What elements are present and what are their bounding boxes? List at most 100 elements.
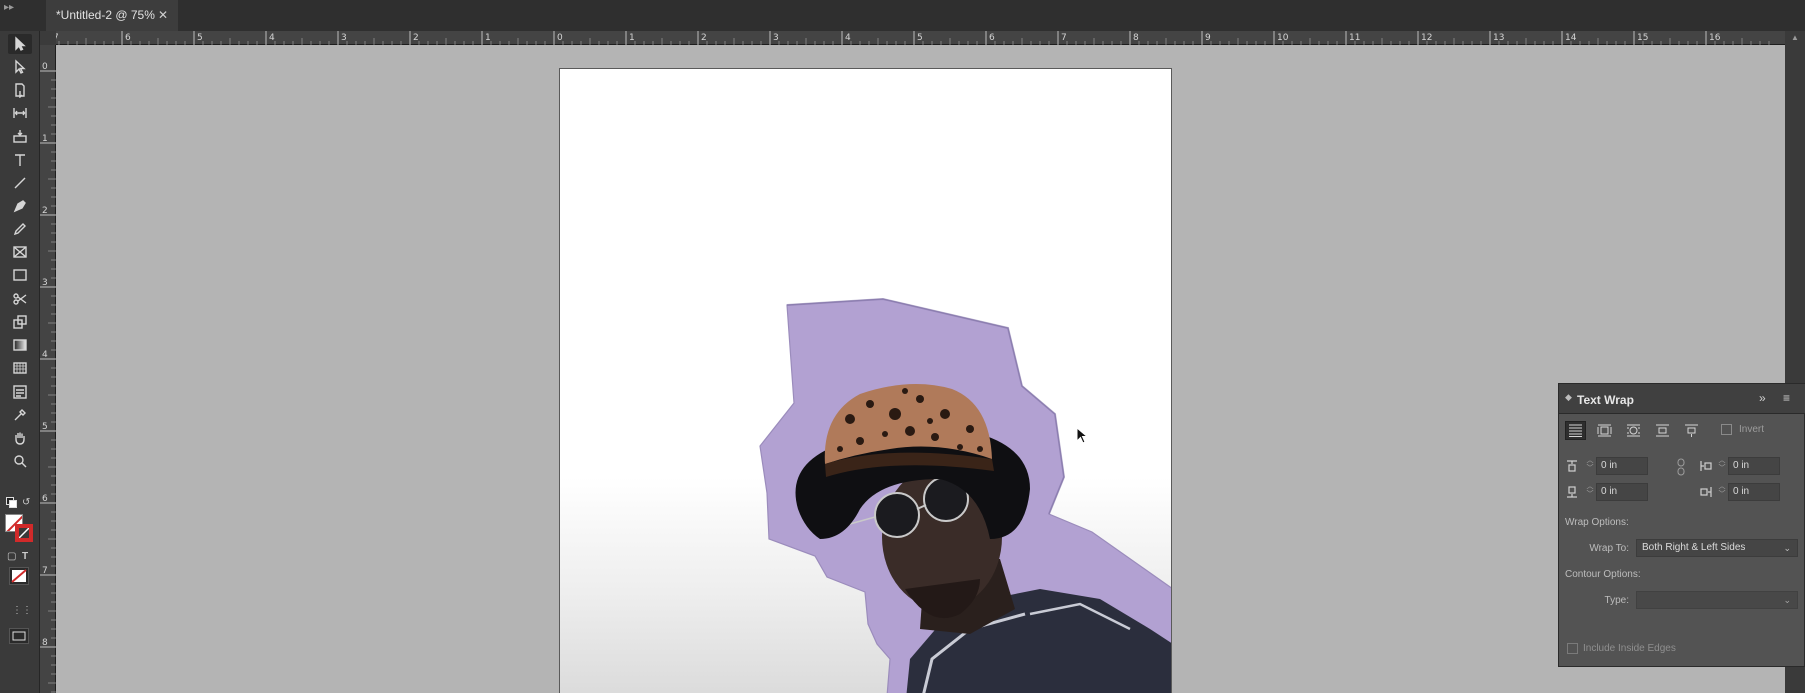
pen-tool-icon[interactable] (8, 196, 32, 216)
fill-stroke-swatches[interactable] (5, 514, 35, 544)
ruler-label: 5 (917, 33, 923, 43)
page-tool-icon[interactable] (8, 80, 32, 100)
gap-tool-icon[interactable] (8, 103, 32, 123)
direct-selection-tool-icon[interactable] (8, 57, 32, 77)
wrap-to-label: Wrap To: (1589, 543, 1629, 554)
selection-tool-icon[interactable] (8, 34, 32, 54)
gradient-swatch-tool-icon[interactable] (8, 335, 32, 355)
type-tool-icon[interactable] (8, 150, 32, 170)
chevron-down-icon: ⌄ (1783, 543, 1791, 553)
jump-next-column-icon (1685, 424, 1698, 437)
swap-colors-icon[interactable]: ↺ (22, 497, 30, 508)
ruler-label: 7 (1061, 33, 1067, 43)
wrap-object-shape-icon (1627, 424, 1640, 437)
no-text-wrap-button[interactable] (1565, 421, 1586, 440)
scissors-tool-icon[interactable] (8, 289, 32, 309)
bottom-offset-field[interactable]: 0 in (1596, 483, 1648, 501)
eyedropper-tool-icon[interactable] (8, 405, 32, 425)
wrap-to-value: Both Right & Left Sides (1642, 542, 1746, 553)
ruler-label: 2 (413, 33, 419, 43)
panel-grip-icon[interactable]: ▸▸ (4, 3, 14, 13)
line-tool-icon[interactable] (8, 173, 32, 193)
content-collector-icon[interactable] (8, 126, 32, 146)
ruler-label: 9 (1205, 33, 1211, 43)
left-offset-field[interactable]: 0 in (1728, 457, 1780, 475)
ruler-label: 3 (42, 278, 48, 288)
free-transform-tool-icon[interactable] (8, 312, 32, 332)
hand-tool-icon[interactable] (8, 428, 32, 448)
ruler-label: 11 (1349, 33, 1360, 43)
horizontal-ruler[interactable]: 7654321012345678910111213141516 (40, 31, 1805, 45)
ruler-label: 0 (42, 62, 48, 72)
invert-checkbox[interactable] (1721, 424, 1732, 435)
ruler-label: 7 (42, 566, 48, 576)
screen-mode-icon[interactable] (9, 628, 29, 644)
wrap-bounding-box-icon (1597, 424, 1612, 437)
panel-expand-icon[interactable]: ◆ (1565, 392, 1572, 403)
bottom-offset-icon (1565, 485, 1579, 499)
text-wrap-panel-header[interactable]: ◆ Text Wrap » ≡ (1559, 384, 1805, 414)
left-offset-icon (1699, 459, 1713, 473)
bottom-offset-stepper[interactable]: ︿ ﹀ (1584, 483, 1596, 501)
no-text-wrap-icon (1569, 424, 1582, 437)
document-page[interactable] (559, 68, 1172, 693)
include-inside-edges-checkbox[interactable] (1567, 643, 1578, 654)
ruler-label: 15 (1637, 33, 1648, 43)
indesign-window: ▸▸ *Untitled-2 @ 75% ✕ ↺ ▢ T ⋮⋮ 6 5 4 3 … (0, 0, 1805, 693)
rectangle-frame-tool-icon[interactable] (8, 242, 32, 262)
jump-object-icon (1656, 424, 1669, 437)
right-offset-field[interactable]: 0 in (1728, 483, 1780, 501)
mouse-cursor-icon (1076, 427, 1089, 444)
jump-object-button[interactable] (1652, 421, 1673, 440)
right-offset-icon (1699, 485, 1713, 499)
note-tool-icon[interactable] (8, 382, 32, 402)
ruler-label: 4 (269, 33, 275, 43)
placed-photo-with-text-wrap[interactable] (560, 69, 1172, 693)
include-inside-edges-label: Include Inside Edges (1583, 643, 1676, 654)
left-offset-stepper[interactable]: ︿ ﹀ (1716, 457, 1728, 475)
jump-to-next-column-button[interactable] (1681, 421, 1702, 440)
scroll-up-icon[interactable]: ▲ (1791, 33, 1799, 42)
contour-type-label: Type: (1604, 595, 1629, 606)
ruler-label: 6 (42, 494, 48, 504)
default-fill-stroke-icon[interactable]: ↺ (6, 497, 30, 511)
ruler-label: 0 (557, 33, 563, 43)
panel-menu-icon[interactable]: ≡ (1783, 391, 1790, 405)
vertical-ruler[interactable]: 0 1 2 3 4 5 6 7 8 (40, 45, 56, 693)
ruler-label: 2 (701, 33, 707, 43)
wrap-around-bounding-box-button[interactable] (1594, 421, 1615, 440)
wrap-around-object-shape-button[interactable] (1623, 421, 1644, 440)
wrap-to-dropdown[interactable]: Both Right & Left Sides ⌄ (1636, 539, 1798, 557)
ruler-label: 5 (42, 422, 48, 432)
tools-panel: ↺ ▢ T ⋮⋮ (0, 31, 40, 693)
formatting-text-icon[interactable]: T (22, 551, 28, 562)
document-tab[interactable]: *Untitled-2 @ 75% ✕ (46, 0, 178, 31)
ruler-label: 6 (125, 33, 131, 43)
zoom-tool-icon[interactable] (8, 451, 32, 471)
contour-type-dropdown[interactable]: ⌄ (1636, 591, 1798, 609)
ruler-label: 4 (845, 33, 851, 43)
ruler-label: 1 (485, 33, 491, 43)
ruler-label: 3 (773, 33, 779, 43)
apply-none-icon[interactable] (9, 567, 29, 585)
formatting-container-icon[interactable]: ▢ (7, 551, 16, 562)
close-tab-icon[interactable]: ✕ (158, 0, 168, 31)
make-all-settings-same-icon[interactable] (1676, 457, 1686, 477)
ruler-label: 12 (1421, 33, 1432, 43)
top-offset-stepper[interactable]: ︿ ﹀ (1584, 457, 1596, 475)
preflight-icon[interactable]: ⋮⋮ (12, 605, 32, 616)
ruler-label: 6 (989, 33, 995, 43)
ruler-origin[interactable] (40, 31, 56, 45)
contour-options-label: Contour Options: (1565, 569, 1641, 580)
gradient-feather-tool-icon[interactable] (8, 358, 32, 378)
ruler-label: 1 (42, 134, 48, 144)
rectangle-tool-icon[interactable] (8, 265, 32, 285)
ruler-label: 16 (1709, 33, 1721, 43)
ruler-label: 5 (197, 33, 203, 43)
text-wrap-panel-title: Text Wrap (1577, 393, 1634, 407)
stroke-swatch[interactable] (15, 524, 33, 542)
pencil-tool-icon[interactable] (8, 219, 32, 239)
top-offset-field[interactable]: 0 in (1596, 457, 1648, 475)
collapse-panel-icon[interactable]: » (1759, 391, 1766, 405)
right-offset-stepper[interactable]: ︿ ﹀ (1716, 483, 1728, 501)
